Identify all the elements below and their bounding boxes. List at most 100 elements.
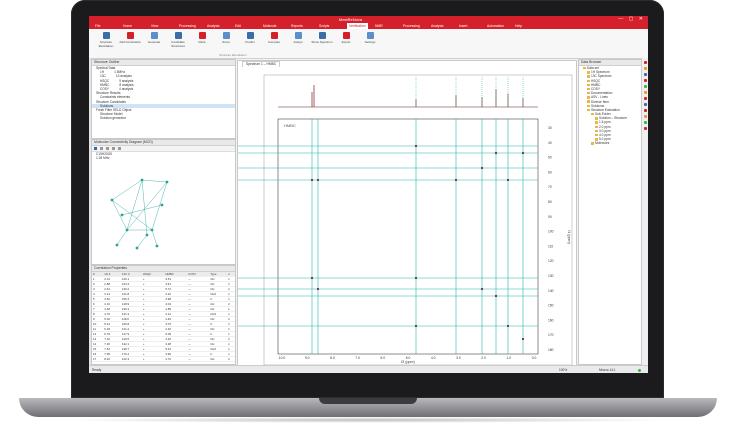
ribbon-button[interactable]: Add Constraints [119, 32, 141, 44]
play-icon[interactable] [94, 147, 97, 150]
ribbon-button-label: Rank [198, 40, 206, 44]
mcd-node [135, 246, 139, 250]
ribbon-icon [294, 32, 302, 39]
settings-icon[interactable] [118, 147, 121, 150]
stop-icon[interactable] [100, 147, 103, 150]
menu-item[interactable]: Edit [235, 24, 241, 28]
cross-peak [310, 276, 314, 280]
hmbc-spectrum[interactable]: HMBC 10.0 9.0 8.0 7.0 6.0 5.0 4.0 3.0 2.… [238, 67, 576, 367]
table-cell: + [141, 356, 165, 362]
tool-icon[interactable] [644, 121, 647, 124]
tool-icon[interactable] [644, 97, 647, 100]
zoom-icon[interactable] [112, 147, 115, 150]
ribbon-button[interactable]: Assign [287, 32, 309, 44]
cross-peak [506, 324, 510, 328]
table-row[interactable]: 17 8.22 142.3 +4.72— CH 2 [92, 356, 235, 362]
tool-icon[interactable] [644, 127, 647, 130]
ribbon-button-label: Structure Elucidation [98, 40, 114, 48]
tool-icon[interactable] [644, 73, 647, 76]
status-ok-icon [637, 368, 641, 372]
table-cell: 142.3 [120, 356, 142, 362]
ribbon-button[interactable]: Export [335, 32, 357, 44]
x-tick-label: 4.0 [431, 356, 436, 360]
tool-icon[interactable] [644, 67, 647, 70]
ribbon-icon [174, 32, 182, 39]
ribbon-button[interactable]: Candidate Structures [167, 32, 189, 48]
ribbon-button-label: Compare [267, 40, 281, 44]
x-tick-label: 1.0 [507, 356, 512, 360]
menu-item[interactable]: Molecule [263, 24, 277, 28]
tool-icon[interactable] [644, 109, 647, 112]
menu-item[interactable]: Insert [459, 24, 467, 28]
ribbon-icon [366, 32, 374, 39]
ribbon-button[interactable]: Structure Elucidation [95, 32, 117, 48]
tool-icon[interactable] [644, 61, 647, 64]
table-cell: 2 [227, 356, 235, 362]
folder-icon [587, 87, 590, 91]
menu-item[interactable]: Processing [179, 24, 196, 28]
menu-item[interactable]: Home [123, 24, 132, 28]
ribbon-button[interactable]: Predict [239, 32, 261, 44]
y-tick-label: 180 [548, 348, 554, 352]
x-tick-label: 3.0 [456, 356, 461, 360]
tool-icon[interactable] [644, 85, 647, 88]
mcd-node [140, 178, 144, 182]
menu-item[interactable]: NMR [375, 24, 383, 28]
browser-item[interactable]: Molecules [579, 141, 641, 145]
menu-item[interactable]: Reports [291, 24, 303, 28]
ribbon-button-label: Generate [147, 40, 161, 44]
x-tick-label: 9.0 [305, 356, 310, 360]
cross-peak [414, 276, 418, 280]
cross-peak [414, 144, 418, 148]
ribbon-button-label: Score [222, 40, 230, 44]
menu-item[interactable]: Analysis [431, 24, 444, 28]
y-tick-label: 120 [548, 259, 554, 263]
window-controls[interactable]: — ▢ ✕ [618, 16, 645, 22]
folder-icon [591, 113, 594, 116]
table-cell: 17 [92, 356, 104, 362]
ribbon-icon [222, 32, 230, 39]
menu-item[interactable]: File [95, 24, 100, 28]
status-text: Ready [92, 368, 102, 372]
ribbon-button[interactable]: Generate [143, 32, 165, 44]
ribbon-button[interactable]: Show Spectrum [311, 32, 333, 44]
menu-item[interactable]: Scripts [319, 24, 329, 28]
y-tick-label: 140 [548, 289, 554, 293]
y-tick-label: 110 [548, 244, 553, 248]
tool-icon[interactable] [644, 79, 647, 82]
ribbon-button[interactable]: Settings [359, 32, 381, 44]
folder-icon [587, 71, 590, 74]
ribbon-button[interactable]: Score [215, 32, 237, 44]
outline-item[interactable]: Solution generator [92, 116, 235, 120]
y-tick-label: 160 [548, 318, 554, 322]
laptop-notch [319, 398, 417, 404]
menu-item[interactable]: View [151, 24, 158, 28]
ribbon-icon [342, 32, 350, 39]
ribbon-button-label: Candidate Structures [171, 40, 185, 48]
cross-peak [316, 287, 320, 291]
mcd-node [125, 228, 129, 232]
menu-item[interactable]: Help [515, 24, 522, 28]
status-zoom: 100% [559, 368, 568, 372]
ribbon-button[interactable]: Rank [191, 32, 213, 44]
tool-icon[interactable] [644, 115, 647, 118]
ribbon-button-label: Settings [364, 40, 376, 44]
tool-icon[interactable] [644, 91, 647, 94]
y-tick-label: 70 [548, 185, 552, 189]
ribbon-button-label: Predict [245, 40, 255, 44]
menu-item[interactable]: Processing [403, 24, 420, 28]
mcd-graph[interactable] [92, 160, 235, 260]
folder-icon [587, 92, 590, 95]
y-tick-label: 50 [548, 156, 552, 160]
menu-item[interactable]: Automation [487, 24, 504, 28]
x-tick-label: 7.0 [355, 356, 360, 360]
structure-outline-panel: Structure Outline Spectral Data 1H 1.5MHz 1… [91, 59, 236, 139]
refresh-icon[interactable] [106, 147, 109, 150]
y-tick-label: 90 [548, 215, 552, 219]
menu-item[interactable]: Analysis [207, 24, 220, 28]
tool-icon[interactable] [644, 103, 647, 106]
ribbon-button[interactable]: Compare [263, 32, 285, 44]
cross-peak [494, 151, 498, 155]
y-tick-label: 100 [548, 230, 554, 234]
experiment-label: HMBC [284, 123, 296, 128]
